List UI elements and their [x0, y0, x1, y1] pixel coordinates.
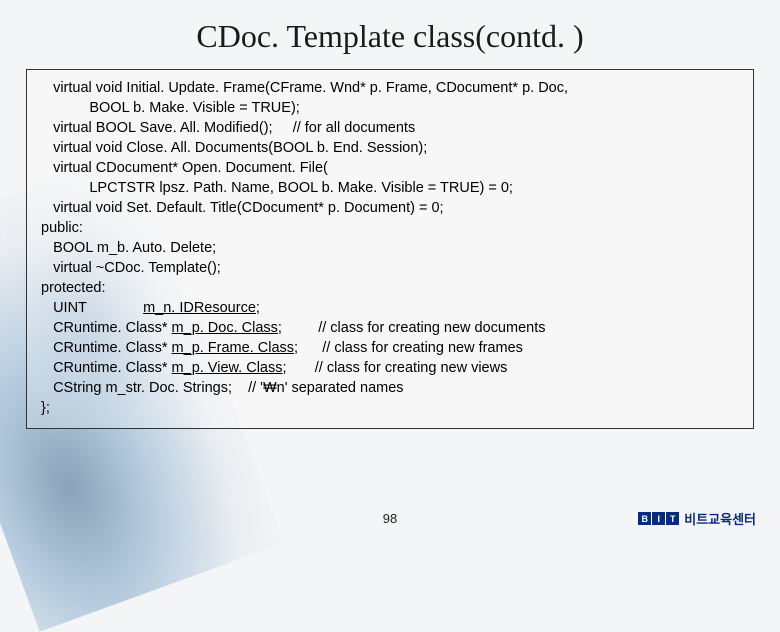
- code-suffix: ; // class for creating new documents: [278, 320, 546, 336]
- code-underline: m_p. Doc. Class: [172, 320, 278, 336]
- code-line: CRuntime. Class*: [41, 340, 172, 356]
- code-line: public:: [41, 220, 83, 236]
- code-suffix: ; // class for creating new frames: [294, 340, 523, 356]
- logo-letter-t: T: [666, 512, 679, 525]
- code-underline: m_n. IDResource: [143, 300, 256, 316]
- code-line: virtual void Initial. Update. Frame(CFra…: [41, 80, 568, 96]
- code-line: };: [41, 400, 50, 416]
- code-line: UINT: [41, 300, 143, 316]
- slide-title: CDoc. Template class(contd. ): [0, 0, 780, 69]
- code-line: CString m_str. Doc. Strings; // '₩n' sep…: [41, 380, 404, 396]
- code-underline: m_p. Frame. Class: [172, 340, 294, 356]
- code-line: virtual CDocument* Open. Document. File(: [41, 160, 328, 176]
- code-line: CRuntime. Class*: [41, 360, 172, 376]
- code-line: virtual BOOL Save. All. Modified(); // f…: [41, 120, 415, 136]
- code-suffix: ; // class for creating new views: [283, 360, 508, 376]
- logo-text: 비트교육센터: [684, 509, 756, 528]
- page-number: 98: [383, 511, 397, 526]
- logo-badge: B I T: [638, 512, 680, 525]
- code-line: protected:: [41, 280, 106, 296]
- code-line: LPCTSTR lpsz. Path. Name, BOOL b. Make. …: [41, 180, 513, 196]
- code-line: virtual void Set. Default. Title(CDocume…: [41, 200, 444, 216]
- code-line: BOOL b. Make. Visible = TRUE);: [41, 100, 300, 116]
- code-line: virtual void Close. All. Documents(BOOL …: [41, 140, 427, 156]
- code-line: virtual ~CDoc. Template();: [41, 260, 221, 276]
- code-block: virtual void Initial. Update. Frame(CFra…: [26, 69, 754, 429]
- code-suffix: ;: [256, 300, 260, 316]
- code-line: CRuntime. Class*: [41, 320, 172, 336]
- logo-letter-i: I: [652, 512, 665, 525]
- logo-letter-b: B: [638, 512, 651, 525]
- footer-logo: B I T 비트교육센터: [638, 509, 756, 528]
- code-line: BOOL m_b. Auto. Delete;: [41, 240, 216, 256]
- code-underline: m_p. View. Class: [172, 360, 283, 376]
